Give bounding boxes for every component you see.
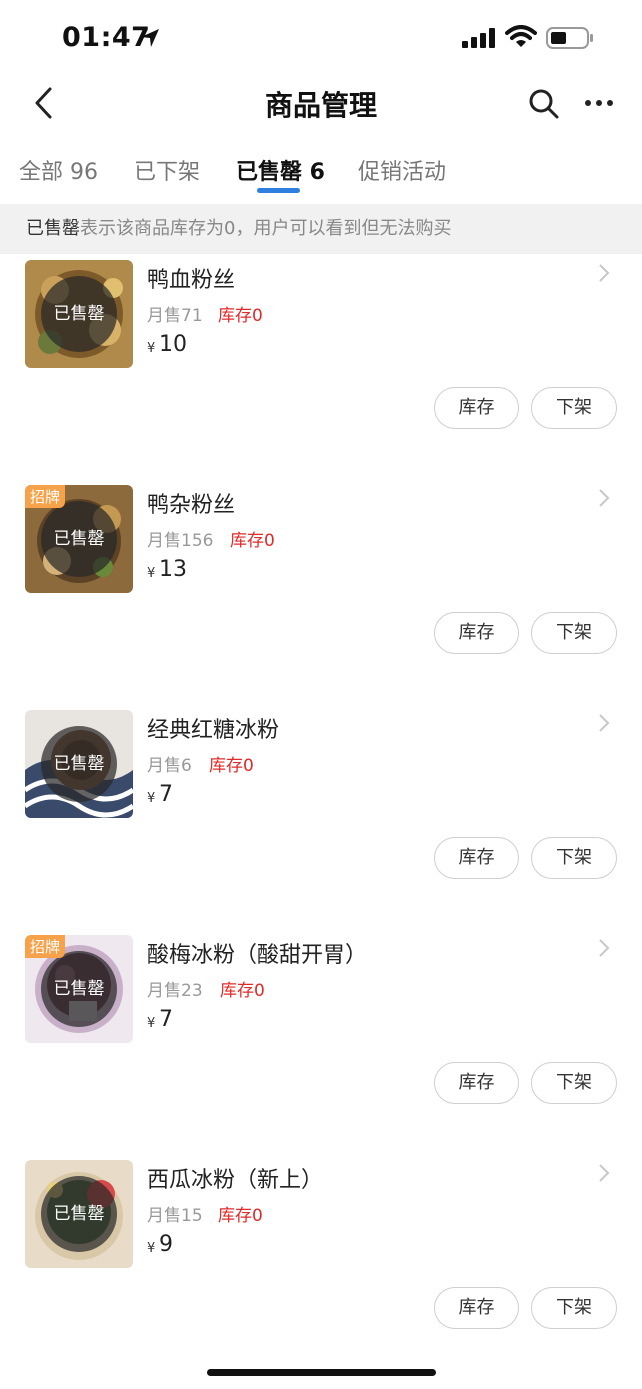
sold-out-notice: 已售罄表示该商品库存为0，用户可以看到但无法购买 <box>0 204 642 254</box>
chevron-right-icon <box>599 1164 610 1182</box>
chevron-right-icon <box>599 714 610 732</box>
tab-off-shelf[interactable]: 已下架 <box>134 154 200 186</box>
product-item[interactable]: 已售罄 鸭血粉丝 月售71 库存0 ¥ 10 库存 下架 <box>0 260 642 485</box>
sold-out-badge: 已售罄 <box>41 951 117 1027</box>
stock-count: 库存0 <box>230 531 275 551</box>
monthly-sales: 月售15 <box>147 1206 203 1226</box>
product-thumbnail[interactable]: 已售罄 招牌 <box>25 935 133 1043</box>
stock-count: 库存0 <box>220 981 265 1001</box>
product-price: 7 <box>159 782 173 807</box>
product-name: 酸梅冰粉（酸甜开胃） <box>147 943 368 968</box>
cellular-signal-icon <box>462 28 495 48</box>
product-item[interactable]: 已售罄 西瓜冰粉（新上） 月售15 库存0 ¥ 9 库存 下架 <box>0 1160 642 1385</box>
more-options-icon[interactable] <box>584 98 614 108</box>
signature-tag: 招牌 <box>25 935 66 958</box>
product-thumbnail[interactable]: 已售罄 招牌 <box>25 485 133 593</box>
active-tab-indicator <box>257 188 300 193</box>
product-price: 13 <box>159 557 187 582</box>
product-price: 9 <box>159 1232 173 1257</box>
price-currency: ¥ <box>147 791 156 806</box>
filter-tabs: 全部 96 已下架 已售罄 6 促销活动 <box>0 150 642 200</box>
product-item[interactable]: 已售罄 招牌 鸭杂粉丝 月售156 库存0 ¥ 13 库存 下架 <box>0 485 642 710</box>
off-shelf-button[interactable]: 下架 <box>531 837 617 879</box>
stock-button[interactable]: 库存 <box>434 1287 519 1329</box>
off-shelf-button[interactable]: 下架 <box>531 387 617 429</box>
tab-sold-out[interactable]: 已售罄 6 <box>236 154 325 186</box>
product-name: 鸭血粉丝 <box>147 268 236 293</box>
wifi-icon <box>505 25 537 47</box>
monthly-sales: 月售71 <box>147 306 203 326</box>
monthly-sales: 月售23 <box>147 981 203 1001</box>
sold-out-badge: 已售罄 <box>41 276 117 352</box>
product-item[interactable]: 已售罄 招牌 酸梅冰粉（酸甜开胃） 月售23 库存0 ¥ 7 库存 下架 <box>0 935 642 1160</box>
sold-out-badge: 已售罄 <box>41 501 117 577</box>
product-name: 西瓜冰粉（新上） <box>147 1168 324 1193</box>
signature-tag: 招牌 <box>25 485 66 508</box>
stock-count: 库存0 <box>218 1206 263 1226</box>
product-thumbnail[interactable]: 已售罄 <box>25 260 133 368</box>
chevron-right-icon <box>599 939 610 957</box>
tab-all[interactable]: 全部 96 <box>19 154 98 186</box>
product-name: 鸭杂粉丝 <box>147 493 236 518</box>
stock-count: 库存0 <box>218 306 263 326</box>
stock-button[interactable]: 库存 <box>434 1062 519 1104</box>
product-thumbnail[interactable]: 已售罄 <box>25 1160 133 1268</box>
price-currency: ¥ <box>147 1016 156 1031</box>
price-currency: ¥ <box>147 1241 156 1256</box>
search-icon[interactable] <box>528 88 560 120</box>
chevron-right-icon <box>599 489 610 507</box>
home-indicator[interactable] <box>207 1369 436 1376</box>
stock-button[interactable]: 库存 <box>434 612 519 654</box>
product-item[interactable]: 已售罄 经典红糖冰粉 月售6 库存0 ¥ 7 库存 下架 <box>0 710 642 935</box>
stock-count: 库存0 <box>209 756 254 776</box>
notice-keyword: 已售罄 <box>26 218 80 239</box>
location-arrow-icon <box>141 29 159 47</box>
product-price: 10 <box>159 332 187 357</box>
battery-icon <box>546 27 593 49</box>
stock-button[interactable]: 库存 <box>434 837 519 879</box>
notice-text: 表示该商品库存为0，用户可以看到但无法购买 <box>80 218 452 239</box>
stock-button[interactable]: 库存 <box>434 387 519 429</box>
sold-out-badge: 已售罄 <box>41 726 117 802</box>
product-price: 7 <box>159 1007 173 1032</box>
off-shelf-button[interactable]: 下架 <box>531 1062 617 1104</box>
status-bar: 01:47 <box>0 0 642 76</box>
sold-out-badge: 已售罄 <box>41 1176 117 1252</box>
chevron-right-icon <box>599 264 610 282</box>
off-shelf-button[interactable]: 下架 <box>531 1287 617 1329</box>
monthly-sales: 月售156 <box>147 531 214 551</box>
product-thumbnail[interactable]: 已售罄 <box>25 710 133 818</box>
product-name: 经典红糖冰粉 <box>147 718 280 743</box>
off-shelf-button[interactable]: 下架 <box>531 612 617 654</box>
tab-promotions[interactable]: 促销活动 <box>358 154 446 186</box>
monthly-sales: 月售6 <box>147 756 192 776</box>
price-currency: ¥ <box>147 566 156 581</box>
price-currency: ¥ <box>147 341 156 356</box>
